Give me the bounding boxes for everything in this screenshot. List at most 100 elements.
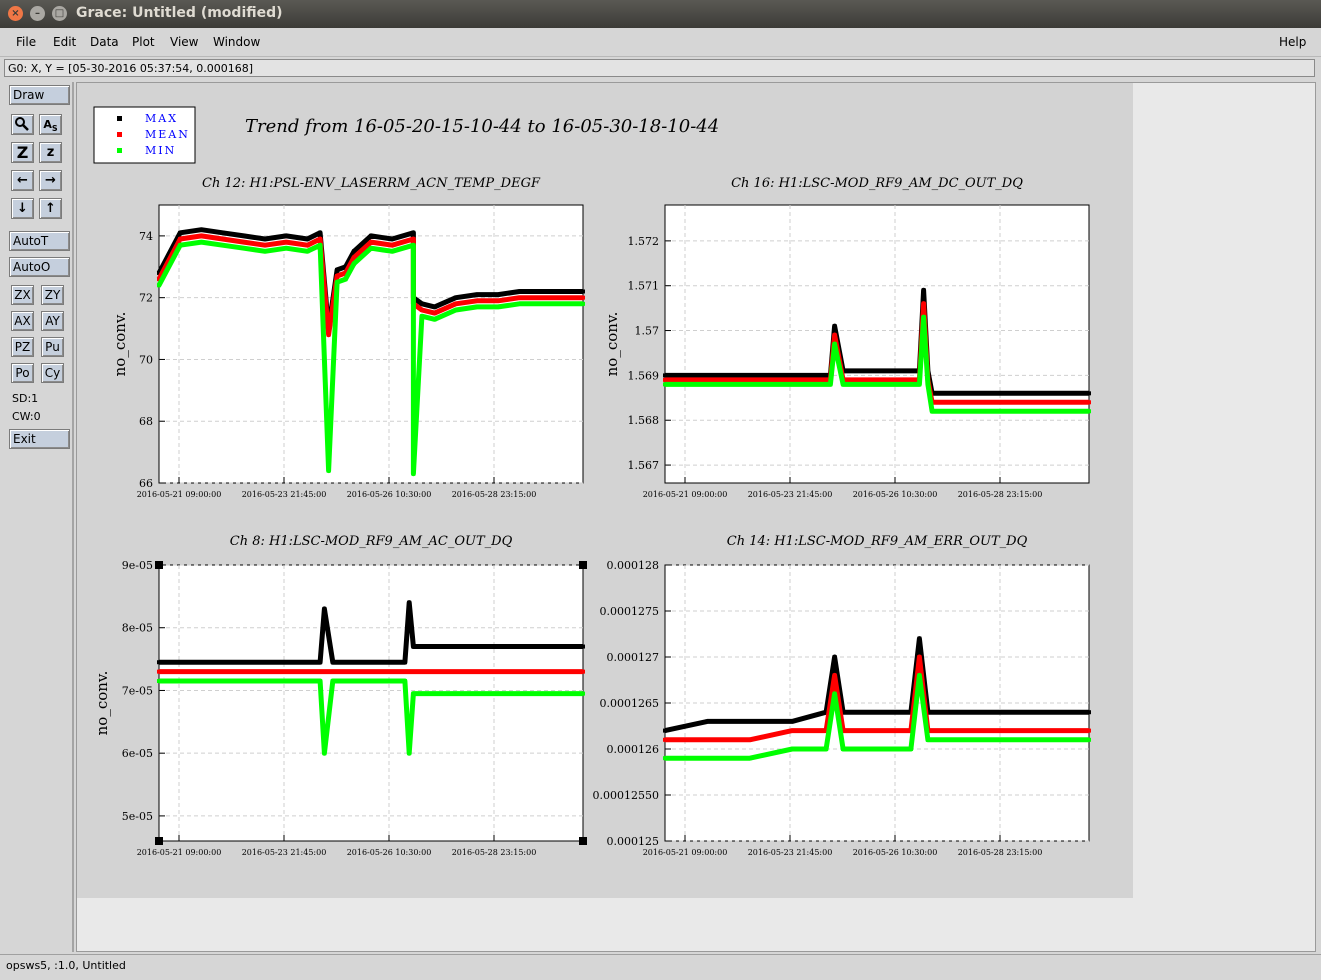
menu-view[interactable]: View [170,35,198,49]
selection-handle[interactable] [579,561,587,569]
point-mean [705,737,710,742]
right-arrow-icon[interactable]: → [39,170,62,191]
point-min [318,679,323,684]
left-arrow-icon[interactable]: ← [11,170,34,191]
point-mean [335,274,340,279]
menu-help[interactable]: Help [1279,35,1306,49]
point-min [828,382,833,387]
y-tick-label: 8e-05 [122,622,153,635]
point-min [1002,409,1007,414]
y-tick-label: 1.572 [628,235,660,248]
autoscale-text-icon[interactable]: AS [39,114,62,135]
point-max [832,324,837,329]
point-mean [832,333,837,338]
point-mean [581,669,585,674]
close-icon[interactable]: × [8,6,23,21]
point-max [663,373,667,378]
cy-button[interactable]: Cy [41,363,64,383]
point-mean [663,737,667,742]
point-max [959,391,964,396]
y-tick-label: 0.000127 [607,651,660,664]
point-mean [1087,728,1091,733]
point-mean [832,673,837,678]
point-max [411,644,416,649]
ay-button[interactable]: AY [41,311,64,331]
point-max [496,292,501,297]
point-min [705,382,710,387]
point-min [1044,737,1049,742]
point-mean [241,240,246,245]
zoom-icon[interactable] [11,114,34,135]
point-mean [496,669,501,674]
point-mean [475,298,479,303]
point-min [335,280,340,285]
y-tick-label: 74 [139,230,153,243]
point-min [369,246,373,251]
pu-button[interactable]: Pu [41,337,64,357]
point-max [1002,391,1007,396]
point-max [453,295,458,300]
x-tick-label: 2016-05-23 21:45:00 [748,848,833,857]
point-min [790,747,795,751]
point-min [199,240,204,245]
point-min [326,468,331,473]
po-button[interactable]: Po [11,363,34,383]
point-min [178,243,183,248]
selection-handle[interactable] [155,561,163,569]
plot-canvas[interactable]: MAX MEAN MIN Trend from 16-05-20-15-10-44 … [77,83,1133,898]
point-min [832,342,837,346]
draw-button[interactable]: Draw [9,85,70,105]
menu-data[interactable]: Data [90,35,119,49]
selection-handle[interactable] [155,837,163,845]
y-tick-label: 1.569 [628,369,660,382]
point-max [559,289,564,294]
maximize-icon[interactable]: □ [52,6,67,21]
y-axis-label: no_conv. [93,671,111,736]
cw-label: CW:0 [12,410,41,423]
autot-button[interactable]: AutoT [9,231,70,251]
point-mean [1044,728,1049,733]
chart-title: Ch 12: H1:PSL-ENV_LASERRM_ACN_TEMP_DEGF [202,176,541,191]
point-max [284,233,289,238]
point-min [908,747,913,751]
chart-frame [158,564,584,842]
point-min [1002,737,1007,742]
legend-marker-min [117,148,122,153]
x-tick-label: 2016-05-21 09:00:00 [643,848,728,857]
selection-handle[interactable] [579,837,587,845]
legend-marker-mean [117,132,122,137]
menu-edit[interactable]: Edit [53,35,76,49]
point-max [1044,391,1049,396]
point-max [538,644,543,649]
point-min [832,691,837,696]
exit-button[interactable]: Exit [9,429,70,449]
point-max [157,660,161,665]
ax-button[interactable]: AX [11,311,34,331]
autoo-button[interactable]: AutoO [9,257,70,277]
point-min [841,747,846,751]
zx-button[interactable]: ZX [11,285,34,305]
point-mean [538,295,543,300]
x-tick-label: 2016-05-23 21:45:00 [242,490,327,499]
menu-file[interactable]: File [16,35,36,49]
menu-window[interactable]: Window [213,35,260,49]
y-tick-label: 1.57 [635,325,660,338]
up-arrow-icon[interactable]: ↑ [39,198,62,219]
pz-button[interactable]: PZ [11,337,34,357]
point-max [538,289,543,294]
zy-button[interactable]: ZY [41,285,64,305]
point-min [747,382,752,387]
point-max [705,719,710,724]
zoom-out-z-icon[interactable]: z [39,142,62,163]
legend-marker-max [117,116,122,121]
down-arrow-icon[interactable]: ↓ [11,198,34,219]
menu-plot[interactable]: Plot [132,35,155,49]
minimize-icon[interactable]: – [30,6,45,21]
point-mean [407,669,412,674]
zoom-z-icon[interactable]: Z [11,142,34,163]
point-min [517,301,522,306]
point-min [322,751,327,756]
chart-1: Ch 16: H1:LSC-MOD_RF9_AM_DC_OUT_DQ 1.567 1… [603,176,1091,499]
canvas-scroll-area[interactable]: MAX MEAN MIN Trend from 16-05-20-15-10-44 … [76,82,1316,952]
point-max [199,660,204,665]
